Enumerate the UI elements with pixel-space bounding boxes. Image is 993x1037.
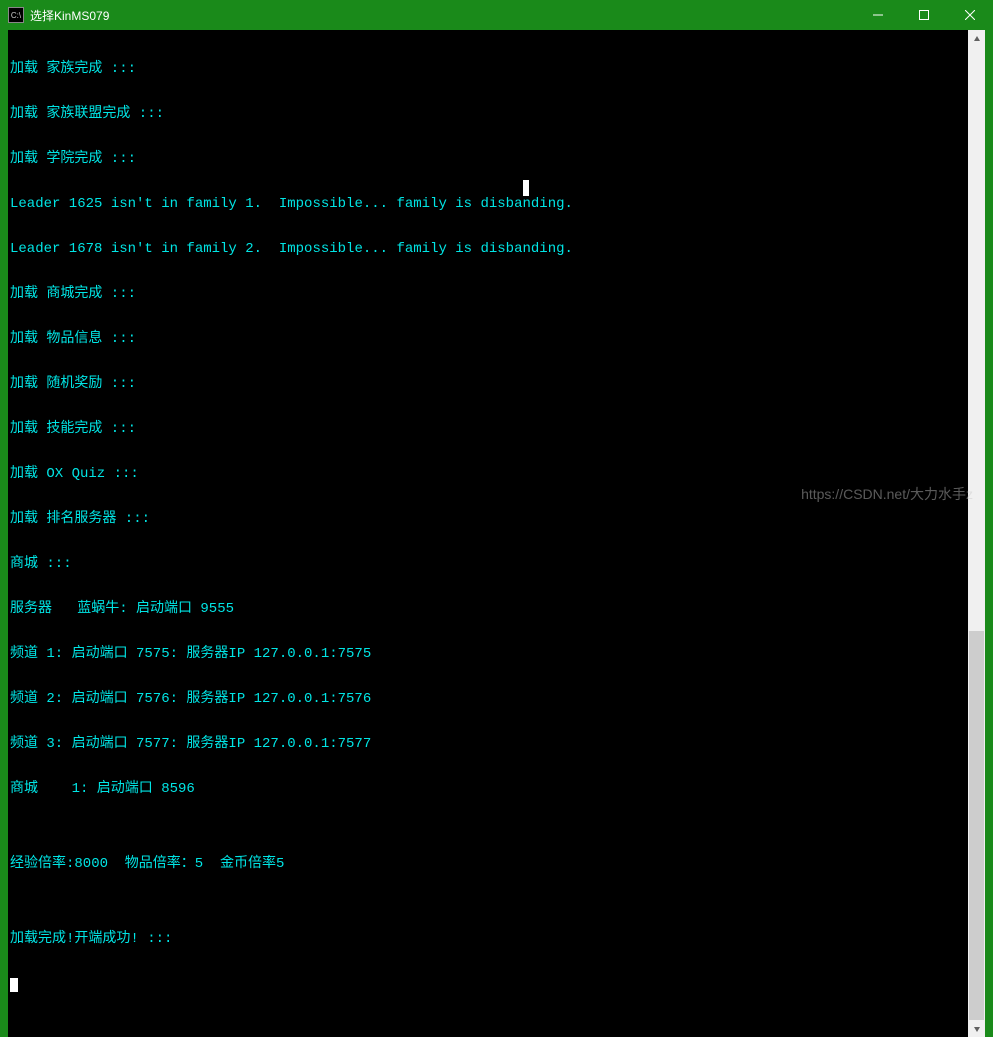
text-caret-icon — [523, 180, 529, 196]
console-line: 加载 随机奖励 ::: — [10, 377, 968, 392]
window-controls — [855, 0, 993, 30]
vertical-scrollbar[interactable] — [968, 30, 985, 1037]
titlebar[interactable]: C:\ 选择KinMS079 — [0, 0, 993, 30]
close-button[interactable] — [947, 0, 993, 30]
console-line: 加载 商城完成 ::: — [10, 287, 968, 302]
console-output[interactable]: 加载 家族完成 ::: 加载 家族联盟完成 ::: 加载 学院完成 ::: Le… — [8, 30, 968, 1037]
console-line: Leader 1625 isn't in family 1. Impossibl… — [10, 197, 968, 212]
console-line: 加载 技能完成 ::: — [10, 422, 968, 437]
console-line: 频道 1: 启动端口 7575: 服务器IP 127.0.0.1:7575 — [10, 647, 968, 662]
scroll-track[interactable] — [968, 47, 985, 1020]
console-line: 加载 物品信息 ::: — [10, 332, 968, 347]
console-line: 服务器 蓝蜗牛: 启动端口 9555 — [10, 602, 968, 617]
window-title: 选择KinMS079 — [30, 7, 855, 24]
app-icon: C:\ — [8, 7, 24, 23]
console-line: Leader 1678 isn't in family 2. Impossibl… — [10, 242, 968, 257]
console-line: 经验倍率:8000 物品倍率：5 金币倍率5 — [10, 857, 968, 872]
console-area: 加载 家族完成 ::: 加载 家族联盟完成 ::: 加载 学院完成 ::: Le… — [8, 30, 985, 1037]
console-line: 加载 家族完成 ::: — [10, 62, 968, 77]
console-line: 商城 1: 启动端口 8596 — [10, 782, 968, 797]
console-line: 频道 3: 启动端口 7577: 服务器IP 127.0.0.1:7577 — [10, 737, 968, 752]
console-line: 加载 排名服务器 ::: — [10, 512, 968, 527]
console-line: 加载 家族联盟完成 ::: — [10, 107, 968, 122]
cursor-block — [10, 978, 18, 992]
maximize-button[interactable] — [901, 0, 947, 30]
console-line: 加载 OX Quiz ::: — [10, 467, 968, 482]
console-line: 商城 ::: — [10, 557, 968, 572]
minimize-button[interactable] — [855, 0, 901, 30]
scroll-down-button[interactable] — [968, 1020, 985, 1037]
console-line: 频道 2: 启动端口 7576: 服务器IP 127.0.0.1:7576 — [10, 692, 968, 707]
scroll-up-button[interactable] — [968, 30, 985, 47]
console-prompt — [10, 977, 968, 992]
console-window: C:\ 选择KinMS079 加载 家族完成 ::: 加载 家族联盟完成 :::… — [0, 0, 993, 519]
console-line: 加载 学院完成 ::: — [10, 152, 968, 167]
scroll-thumb[interactable] — [969, 631, 984, 1020]
console-line: 加载完成!开端成功! ::: — [10, 932, 968, 947]
